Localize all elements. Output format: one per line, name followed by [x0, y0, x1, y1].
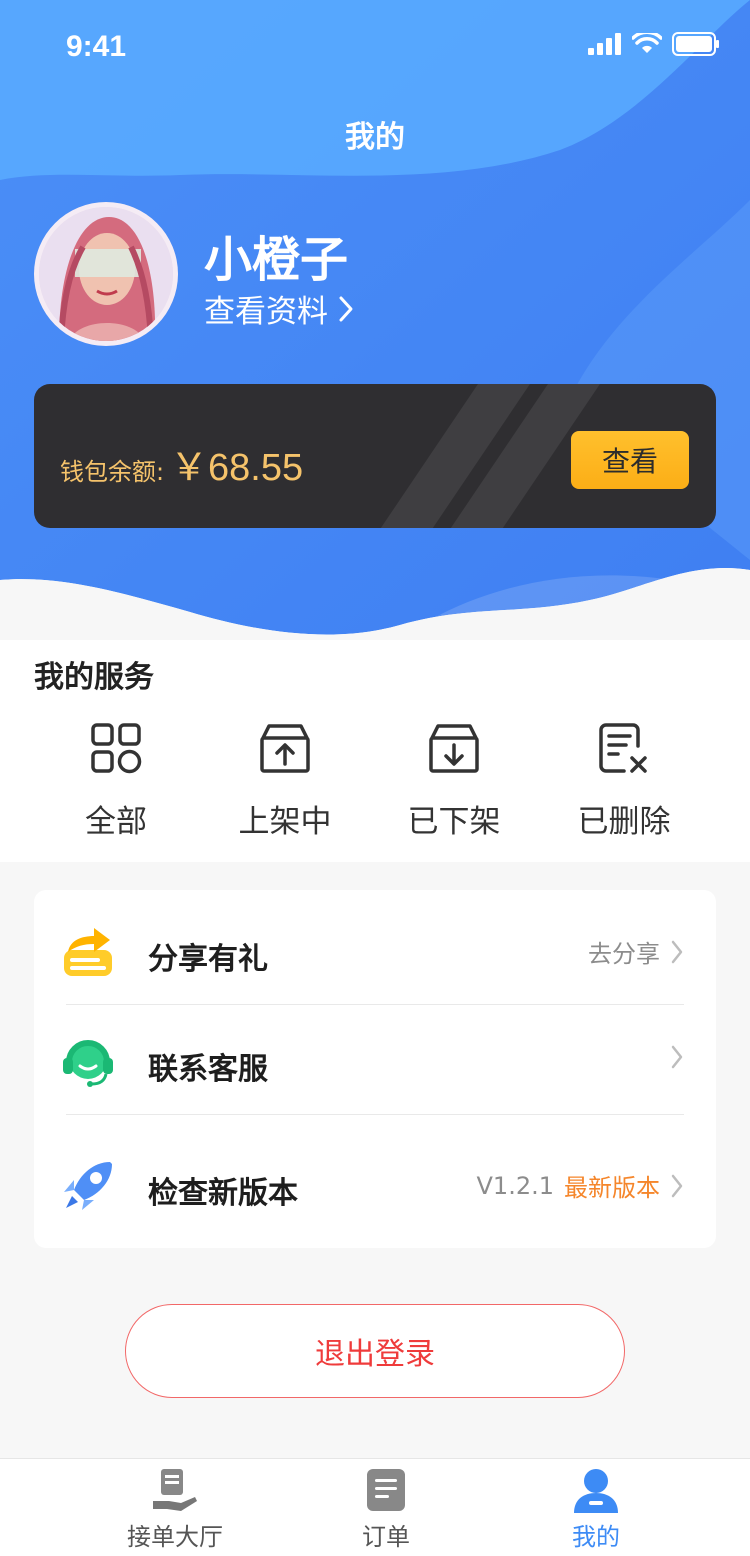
wallet-view-button[interactable]: 查看	[571, 431, 689, 489]
status-bar: 9:41	[0, 0, 750, 96]
chevron-right-icon	[339, 296, 353, 321]
menu-right	[670, 1044, 684, 1070]
divider	[66, 1114, 684, 1115]
service-off-shelf[interactable]: 已下架	[369, 722, 539, 841]
status-icons	[588, 32, 720, 56]
tab-label: 订单	[362, 1523, 410, 1551]
order-hall-icon	[153, 1469, 197, 1511]
box-upload-icon	[260, 724, 310, 773]
tab-label: 接单大厅	[127, 1523, 223, 1551]
view-profile-link[interactable]: 查看资料	[204, 286, 354, 331]
service-label: 已删除	[577, 804, 671, 840]
tab-orders[interactable]: 订单	[296, 1467, 476, 1552]
menu-card: 分享有礼 去分享 联系客服 检查新版本 V1.2.1 最新版本	[34, 890, 716, 1248]
rocket-icon	[64, 1162, 112, 1210]
service-label: 已下架	[407, 804, 501, 840]
status-time: 9:41	[66, 30, 127, 63]
logout-button[interactable]: 退出登录	[125, 1304, 625, 1398]
chevron-right-icon	[671, 1174, 683, 1197]
user-icon	[574, 1469, 618, 1513]
order-list-icon	[367, 1469, 405, 1511]
customer-service-icon	[63, 1040, 113, 1087]
tab-label: 我的	[572, 1523, 620, 1551]
share-action-text: 去分享	[588, 940, 660, 968]
menu-item-customer-service[interactable]: 联系客服	[34, 1006, 716, 1116]
menu-label: 联系客服	[148, 1052, 268, 1087]
wallet-balance-amount: ￥68.55	[170, 447, 304, 489]
avatar[interactable]	[34, 202, 178, 346]
wallet-balance-label: 钱包余额:	[60, 458, 165, 486]
signal-icon	[588, 33, 621, 55]
service-on-shelf[interactable]: 上架中	[200, 722, 370, 841]
service-label: 全部	[85, 804, 147, 840]
document-delete-icon	[599, 723, 647, 773]
profile-header: 9:41 我的 小橙子 查看资料 钱包余额: ￥68.55 查看	[0, 0, 750, 660]
menu-right: V1.2.1 最新版本	[477, 1168, 684, 1203]
divider	[66, 1004, 684, 1005]
page-title: 我的	[345, 120, 405, 155]
wifi-icon	[632, 33, 662, 53]
menu-item-check-version[interactable]: 检查新版本 V1.2.1 最新版本	[34, 1130, 716, 1240]
tab-bar: 接单大厅 订单 我的	[0, 1458, 750, 1556]
version-number: V1.2.1	[476, 1171, 554, 1200]
box-download-icon	[429, 724, 479, 773]
service-all[interactable]: 全部	[31, 722, 201, 841]
battery-icon	[672, 32, 719, 56]
services-title: 我的服务	[34, 660, 154, 695]
menu-right: 去分享	[588, 934, 684, 969]
tab-order-hall[interactable]: 接单大厅	[85, 1467, 265, 1552]
wallet-card: 钱包余额: ￥68.55 查看	[34, 384, 716, 528]
avatar-image	[39, 207, 173, 341]
menu-label: 检查新版本	[148, 1176, 298, 1211]
my-services-section: 我的服务 全部 上架中 已下架 已删除	[0, 640, 750, 862]
menu-label: 分享有礼	[148, 942, 268, 977]
tab-mine[interactable]: 我的	[506, 1467, 686, 1552]
view-profile-label: 查看资料	[204, 294, 328, 330]
service-deleted[interactable]: 已删除	[539, 722, 709, 841]
chevron-right-icon	[671, 940, 683, 963]
service-label: 上架中	[238, 804, 332, 840]
chevron-right-icon	[671, 1045, 683, 1069]
grid-icon	[91, 723, 142, 774]
user-name: 小橙子	[204, 232, 349, 288]
share-gift-icon	[64, 928, 112, 976]
menu-item-share[interactable]: 分享有礼 去分享	[34, 896, 716, 1006]
version-status: 最新版本	[564, 1174, 660, 1202]
